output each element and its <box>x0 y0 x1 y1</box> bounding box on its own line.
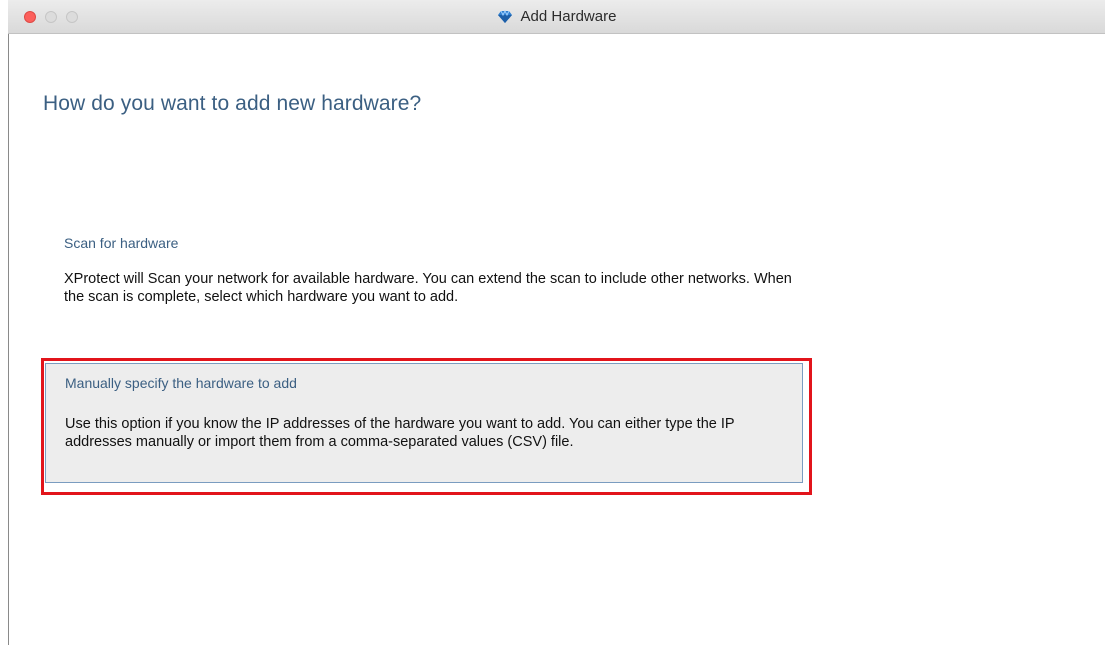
diamond-app-icon <box>497 9 513 24</box>
scan-for-hardware-option[interactable]: Scan for hardware XProtect will Scan you… <box>45 225 805 320</box>
option-description: Use this option if you know the IP addre… <box>65 416 735 450</box>
window-title: Add Hardware <box>520 8 617 25</box>
manually-specify-hardware-option[interactable]: Manually specify the hardware to add Use… <box>45 363 803 483</box>
window-left-edge <box>8 30 9 645</box>
title-bar: Add Hardware <box>8 0 1105 34</box>
page-heading: How do you want to add new hardware? <box>43 92 422 115</box>
window-title-group: Add Hardware <box>8 0 1105 33</box>
option-title: Manually specify the hardware to add <box>65 375 297 391</box>
option-title: Scan for hardware <box>64 235 179 251</box>
option-description: XProtect will Scan your network for avai… <box>64 271 792 305</box>
